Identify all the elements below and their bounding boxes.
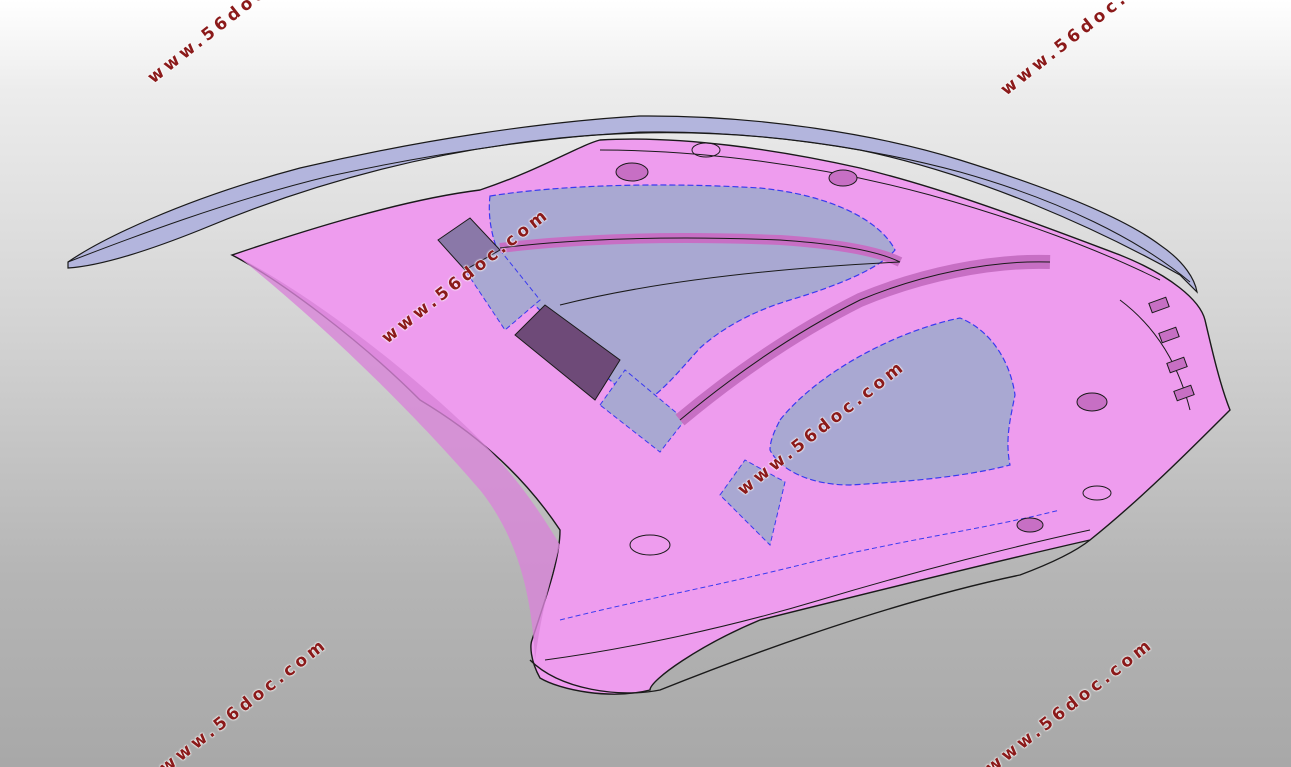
hood-inner-panel-model[interactable] [0, 0, 1291, 767]
mount-boss-1 [615, 162, 649, 182]
cad-3d-viewport[interactable]: www.56doc.com www.56doc.c www.56doc.com … [0, 0, 1291, 767]
mount-boss-2 [828, 169, 858, 187]
mount-boss-3 [1076, 392, 1108, 412]
mount-boss-4 [1016, 517, 1044, 533]
